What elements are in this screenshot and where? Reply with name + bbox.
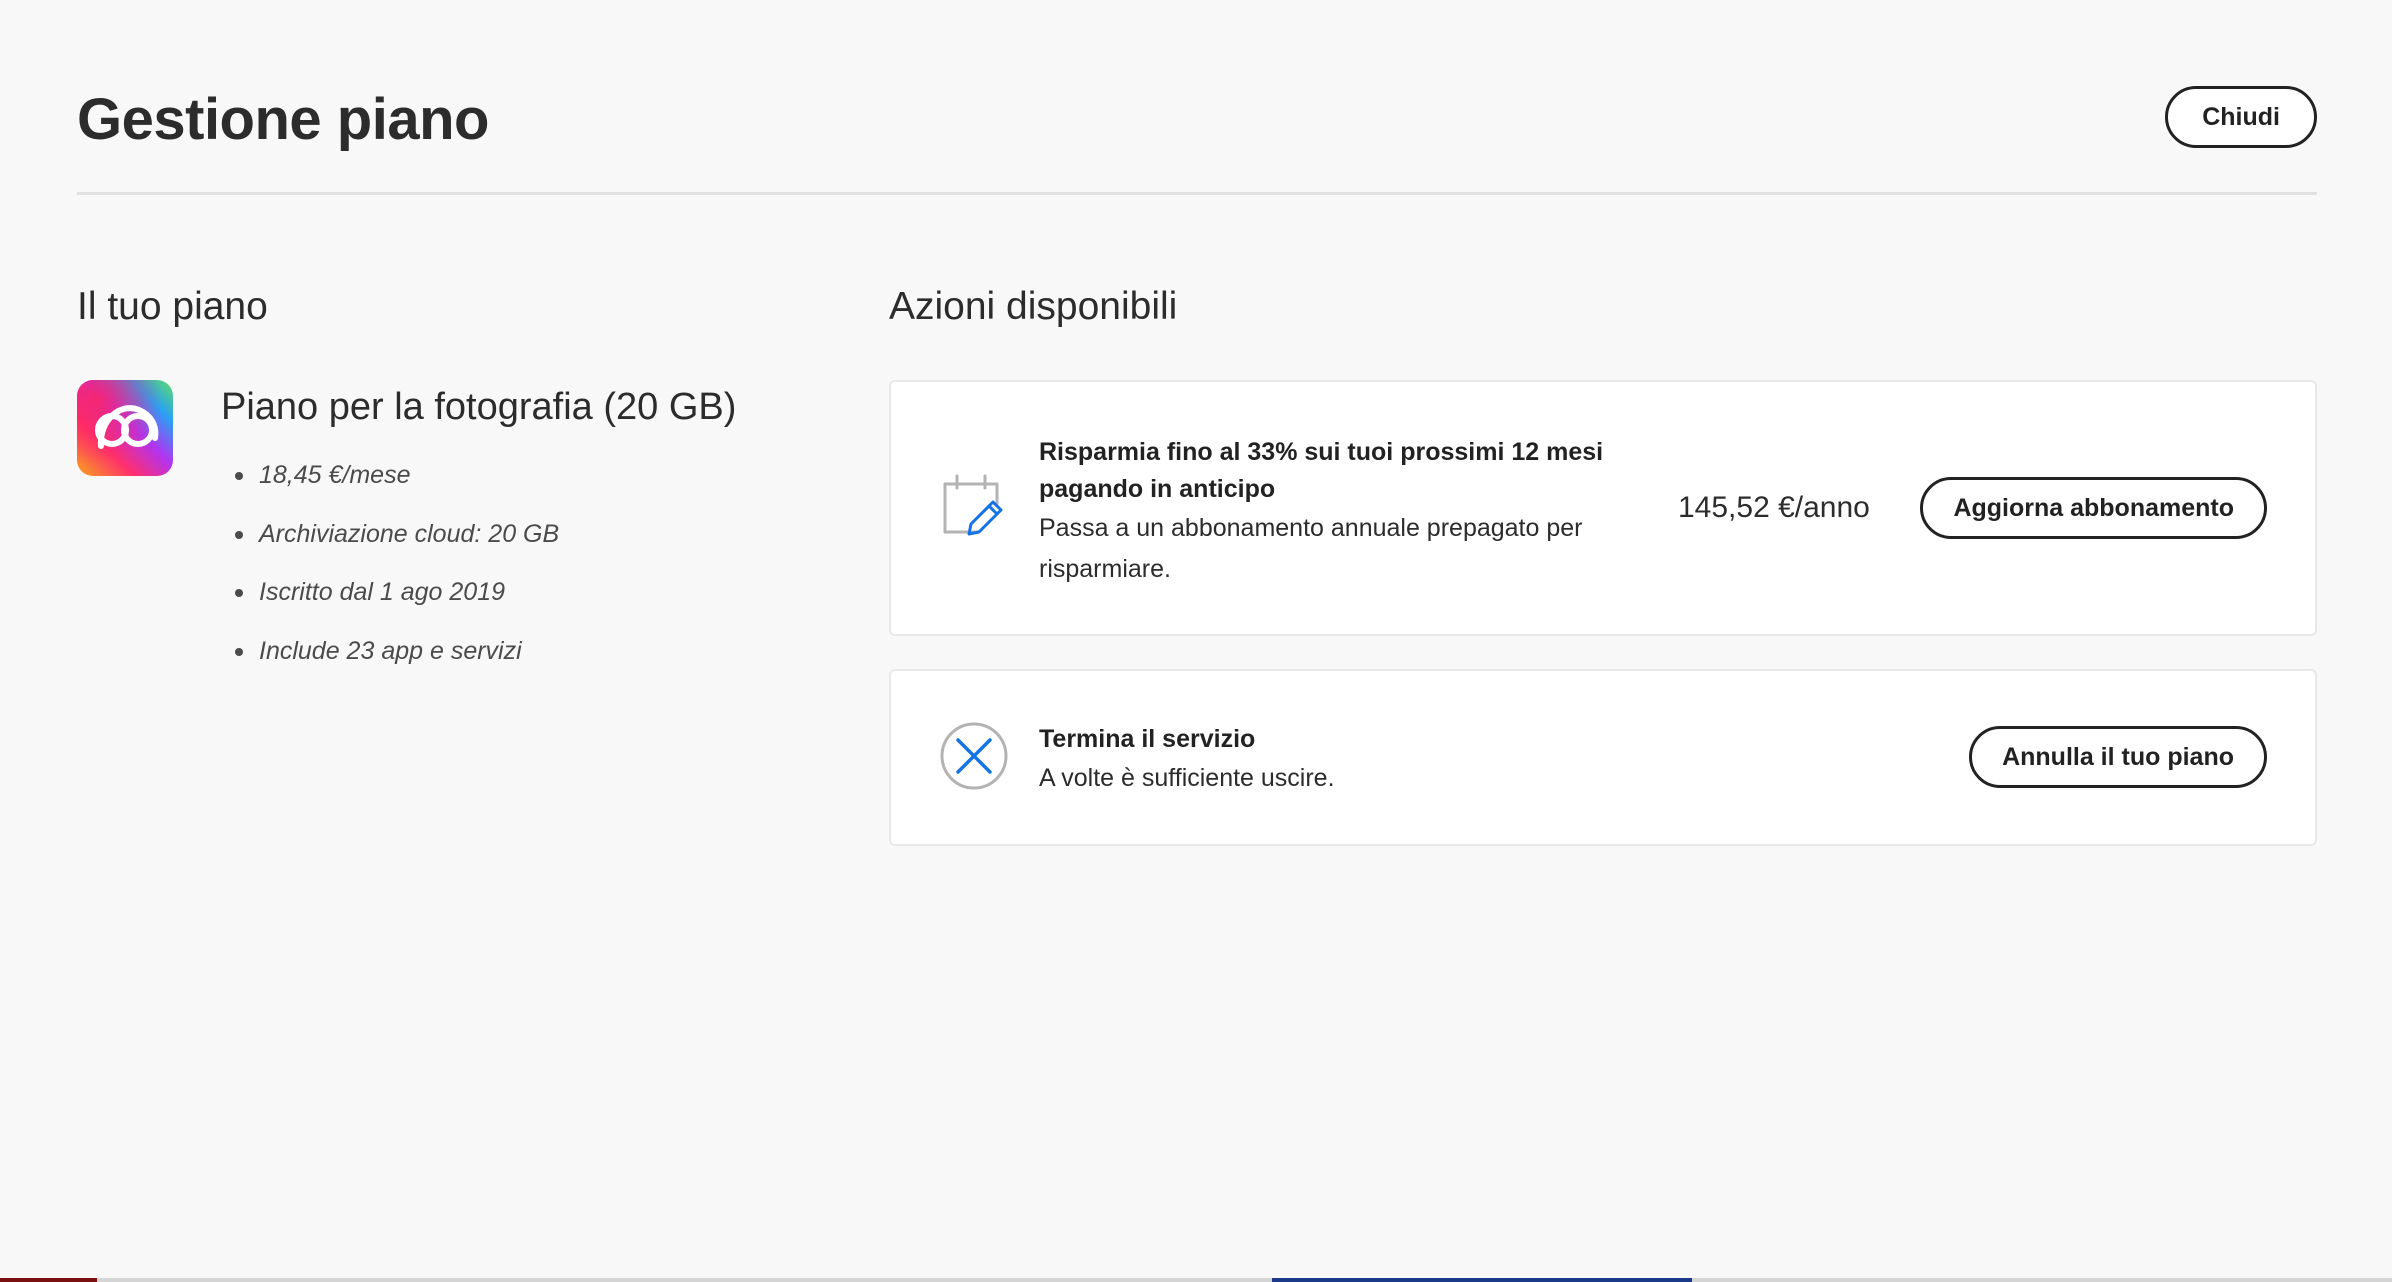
upgrade-card: Risparmia fino al 33% sui tuoi prossimi … [889, 380, 2317, 636]
calendar-edit-icon [943, 474, 1003, 536]
upgrade-text: Risparmia fino al 33% sui tuoi prossimi … [1039, 434, 1639, 590]
cancel-card: Termina il servizio A volte è sufficient… [889, 669, 2317, 846]
bottom-window-strip [0, 1278, 2392, 1282]
plan-name: Piano per la fotografia (20 GB) [221, 386, 737, 428]
cancel-title: Termina il servizio [1039, 725, 1256, 753]
bottom-strip-segment [0, 1278, 97, 1282]
plan-detail-apps: Include 23 app e servizi [221, 622, 559, 681]
cancel-description: A volte è sufficiente uscire. [1039, 764, 1335, 792]
actions-heading: Azioni disponibili [889, 285, 1178, 328]
plan-details-list: 18,45 €/mese Archiviazione cloud: 20 GB … [221, 446, 559, 680]
creative-cloud-icon [77, 380, 173, 476]
bottom-strip-segment [1272, 1278, 1692, 1282]
creative-cloud-glyph [95, 405, 159, 449]
plan-heading: Il tuo piano [77, 285, 268, 328]
cancel-plan-button[interactable]: Annulla il tuo piano [1969, 726, 2267, 788]
upgrade-price: 145,52 €/anno [1678, 491, 1870, 524]
plan-detail-member-since: Iscritto dal 1 ago 2019 [221, 563, 559, 622]
plan-detail-price: 18,45 €/mese [221, 446, 559, 505]
page-header: Gestione piano Chiudi [77, 80, 2317, 195]
close-circle-icon [940, 722, 1008, 790]
close-button[interactable]: Chiudi [2165, 86, 2317, 148]
upgrade-title: Risparmia fino al 33% sui tuoi prossimi … [1039, 438, 1604, 503]
cancel-text: Termina il servizio A volte è sufficient… [1039, 721, 1639, 798]
upgrade-subscription-button[interactable]: Aggiorna abbonamento [1920, 477, 2267, 539]
plan-detail-storage: Archiviazione cloud: 20 GB [221, 505, 559, 564]
page-title: Gestione piano [77, 87, 489, 152]
upgrade-description: Passa a un abbonamento annuale prepagato… [1039, 514, 1583, 583]
